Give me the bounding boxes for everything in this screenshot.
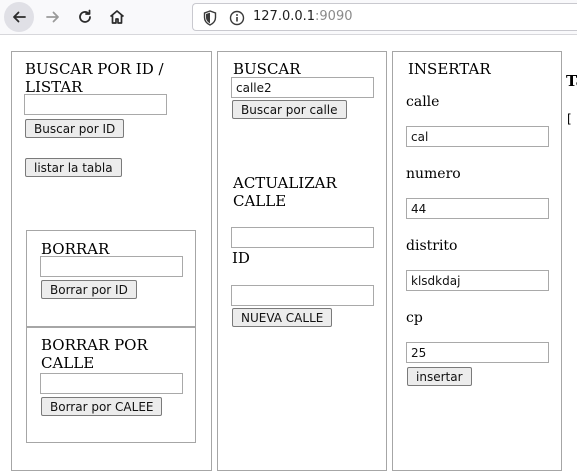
shield-icon[interactable] — [203, 10, 217, 26]
buscar-calle-input[interactable] — [231, 77, 374, 98]
buscar-por-calle-button[interactable]: Buscar por calle — [232, 100, 347, 119]
panel-insertar — [392, 51, 562, 471]
borrar-id-input[interactable] — [40, 256, 183, 277]
actualizar-id-input[interactable] — [231, 285, 374, 306]
buscar-id-heading: BUSCAR POR ID / LISTAR — [25, 60, 164, 96]
insertar-distrito-input[interactable] — [406, 270, 549, 291]
numero-label: numero — [406, 166, 461, 182]
arrow-right-icon — [46, 11, 59, 23]
back-button[interactable] — [4, 2, 34, 32]
reload-button[interactable] — [70, 2, 100, 32]
cut-off-bracket: [ — [567, 112, 572, 126]
insertar-calle-input[interactable] — [406, 126, 549, 147]
buscar-heading: BUSCAR — [233, 60, 301, 78]
buscar-id-input[interactable] — [24, 94, 167, 115]
home-button[interactable] — [102, 2, 132, 32]
borrar-calle-heading: BORRAR POR CALLE — [41, 336, 148, 372]
buscar-por-id-button[interactable]: Buscar por ID — [25, 119, 125, 138]
browser-toolbar: 127.0.0.1:9090 — [0, 0, 577, 35]
borrar-por-calle-button[interactable]: Borrar por CALEE — [41, 397, 163, 416]
borrar-calle-input[interactable] — [40, 373, 183, 394]
actualizar-id-label: ID — [232, 249, 250, 267]
info-icon[interactable] — [229, 10, 245, 26]
forward-button[interactable] — [38, 2, 68, 32]
insertar-heading: INSERTAR — [408, 60, 491, 78]
home-icon — [109, 10, 125, 24]
url-text: 127.0.0.1:9090 — [253, 9, 353, 24]
reload-icon — [79, 9, 91, 23]
url-port: :9090 — [315, 9, 353, 24]
url-host: 127.0.0.1 — [253, 9, 316, 24]
insertar-button[interactable]: insertar — [407, 367, 472, 386]
cut-off-heading: Ta — [566, 72, 577, 90]
listar-tabla-button[interactable]: listar la tabla — [25, 158, 122, 177]
insertar-cp-input[interactable] — [406, 342, 549, 363]
calle-label: calle — [406, 94, 440, 110]
borrar-por-id-button[interactable]: Borrar por ID — [41, 280, 137, 299]
cp-label: cp — [406, 310, 423, 326]
arrow-left-icon — [13, 11, 26, 23]
distrito-label: distrito — [406, 238, 458, 254]
actualizar-heading: ACTUALIZAR CALLE — [233, 174, 337, 210]
actualizar-calle-input[interactable] — [231, 227, 374, 248]
address-bar[interactable]: 127.0.0.1:9090 — [192, 3, 577, 31]
nueva-calle-button[interactable]: NUEVA CALLE — [232, 308, 333, 327]
insertar-numero-input[interactable] — [406, 198, 549, 219]
